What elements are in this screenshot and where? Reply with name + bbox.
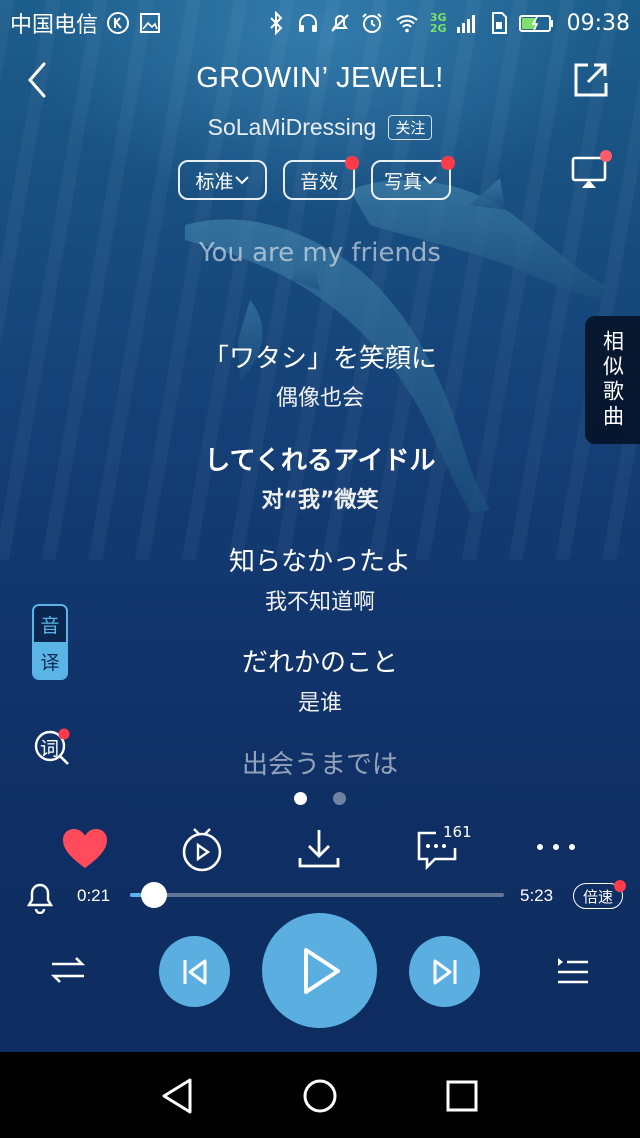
- lyric-translation-current: 对“我”微笑: [261, 488, 379, 513]
- lyric-line[interactable]: だれかのこと: [0, 642, 640, 679]
- notification-dot: [441, 156, 455, 170]
- song-title: GROWIN’ JEWEL!: [196, 62, 444, 94]
- next-button[interactable]: [409, 936, 480, 1007]
- headphones-icon: [298, 14, 317, 32]
- k-circle-icon: [107, 12, 130, 34]
- nav-recents-icon[interactable]: [438, 1072, 486, 1120]
- image-icon: [140, 13, 161, 33]
- nav-home-icon[interactable]: [296, 1072, 344, 1120]
- page-dot: [333, 792, 346, 805]
- photo-mode-selector[interactable]: 写真: [371, 156, 455, 200]
- share-icon[interactable]: [570, 60, 610, 100]
- mute-icon: [331, 14, 349, 32]
- page-dot-active: [294, 792, 307, 805]
- lyric-translation: 偶像也会: [275, 386, 364, 411]
- progress-slider[interactable]: [130, 882, 504, 908]
- more-dots-icon[interactable]: [531, 826, 581, 872]
- previous-icon: [183, 959, 206, 984]
- carrier-name: 中国电信: [10, 13, 99, 38]
- follow-button[interactable]: 关注: [388, 115, 433, 140]
- notification-dot: [614, 880, 626, 892]
- translation-toggle-top: 音: [34, 606, 66, 642]
- artist-name[interactable]: SoLaMiDressing: [208, 114, 377, 141]
- playback-speed-button[interactable]: 倍速: [573, 880, 626, 909]
- playlist-icon[interactable]: [552, 950, 592, 990]
- sound-effects-button[interactable]: 音效: [283, 156, 359, 200]
- player-screen: 中国电信 3G 2G 09:38 GROWIN’ JEWEL! SoLaMiDr…: [0, 0, 640, 1138]
- page-indicator: [294, 792, 346, 805]
- next-icon: [433, 959, 456, 984]
- comment-count: 161: [443, 823, 472, 841]
- option-pills: 标准 音效 写真: [178, 156, 455, 200]
- battery-icon: [518, 15, 553, 32]
- chevron-down-icon: [423, 176, 437, 185]
- lyric-search-label: 词: [40, 738, 60, 760]
- signal-icon: [456, 15, 475, 33]
- status-bar: 中国电信 3G 2G 09:38: [0, 0, 640, 46]
- translation-toggle-bottom: 译: [34, 642, 66, 678]
- progress-thumb[interactable]: [141, 882, 168, 908]
- download-icon[interactable]: [294, 826, 344, 872]
- similar-songs-button[interactable]: 相似歌曲: [585, 316, 640, 444]
- system-nav-bar: [0, 1052, 640, 1138]
- network-type: 3G 2G: [429, 11, 447, 35]
- lyric-line-upcoming[interactable]: 出会うまでは: [0, 744, 640, 781]
- wifi-icon: [396, 15, 418, 33]
- notification-dot: [345, 156, 359, 170]
- clock: 09:38: [566, 10, 630, 36]
- lyric-search-button[interactable]: 词: [30, 726, 74, 770]
- lyric-line-current[interactable]: してくれるアイドル: [0, 440, 640, 477]
- total-time: 5:23: [520, 886, 554, 905]
- translation-toggle[interactable]: 音 译: [32, 604, 68, 680]
- bluetooth-icon: [270, 11, 283, 35]
- quality-selector[interactable]: 标准: [178, 160, 267, 200]
- lyric-line[interactable]: 「ワタシ」を笑顔に: [0, 338, 640, 375]
- lyric-line[interactable]: 知らなかったよ: [0, 541, 640, 578]
- shuffle-icon[interactable]: [48, 950, 88, 990]
- sim-icon: [491, 12, 507, 34]
- play-button[interactable]: [262, 913, 377, 1028]
- lyric-line-past[interactable]: You are my friends: [0, 238, 640, 268]
- tv-play-icon[interactable]: [177, 826, 227, 872]
- cast-button[interactable]: [570, 150, 612, 192]
- notification-dot: [600, 150, 612, 162]
- chevron-down-icon: [234, 176, 249, 185]
- play-icon: [303, 947, 340, 994]
- alarm-icon: [362, 13, 382, 33]
- elapsed-time: 0:21: [77, 886, 111, 905]
- lyric-translation: 是谁: [297, 691, 342, 716]
- nav-back-icon[interactable]: [154, 1072, 202, 1120]
- heart-icon[interactable]: [60, 826, 110, 872]
- bell-icon[interactable]: [24, 880, 56, 914]
- lyric-translation: 我不知道啊: [264, 590, 375, 615]
- previous-button[interactable]: [159, 936, 230, 1007]
- artist-row: SoLaMiDressing 关注: [0, 114, 640, 141]
